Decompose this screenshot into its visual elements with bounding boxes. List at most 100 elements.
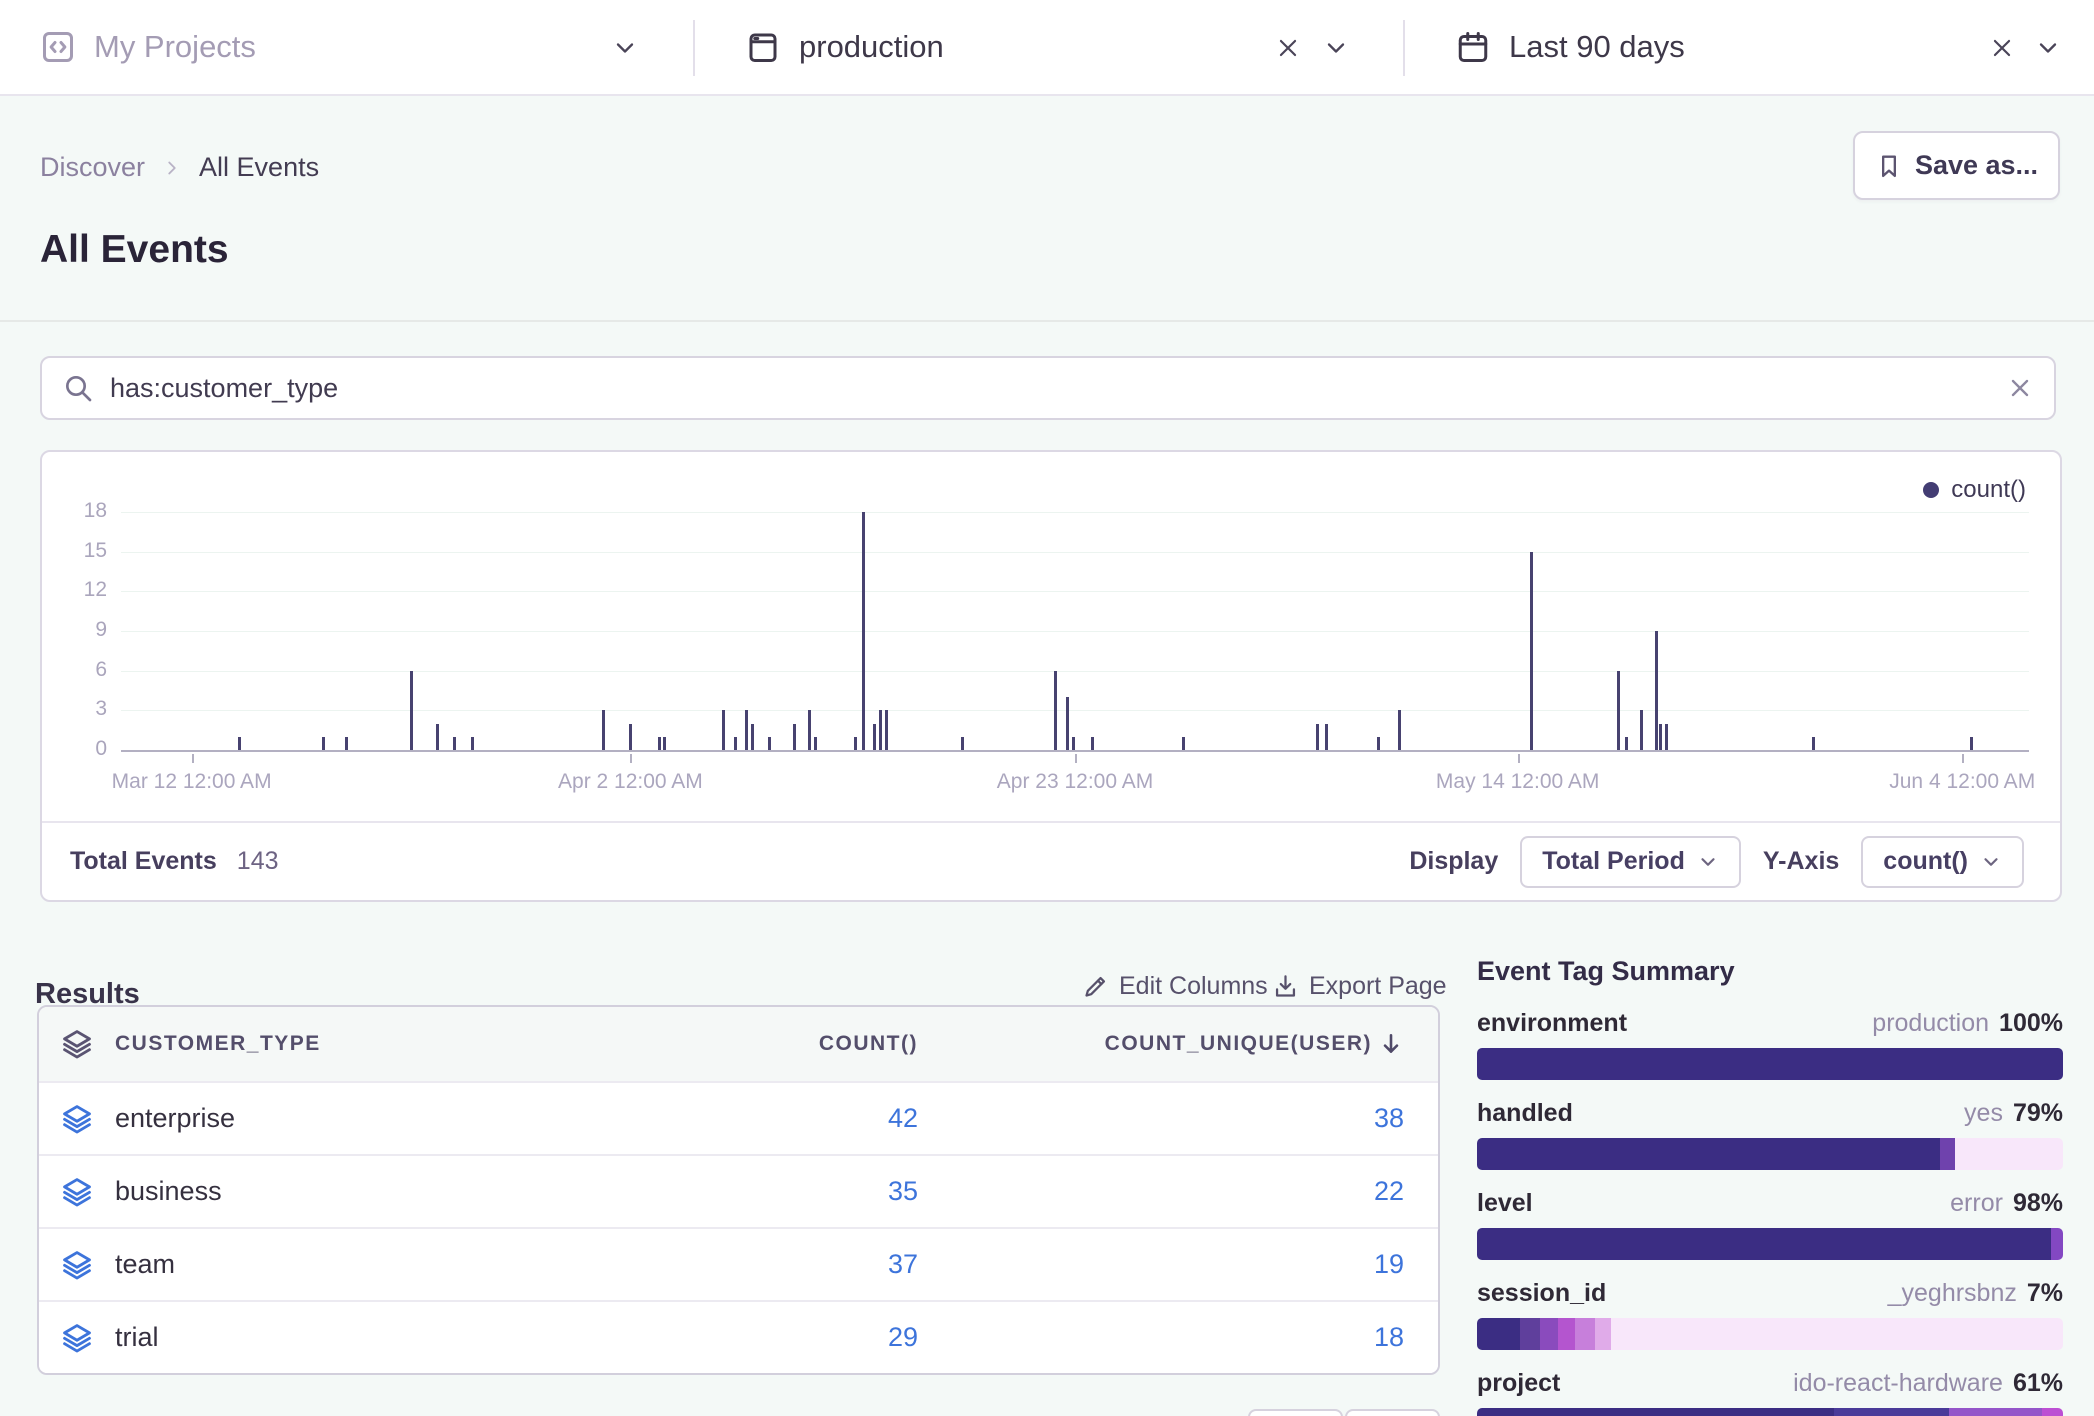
chart-bar <box>879 710 882 750</box>
y-axis-tick-label: 3 <box>47 697 107 721</box>
table-row[interactable]: trial2918 <box>39 1300 1438 1373</box>
cell-count[interactable]: 29 <box>768 1322 918 1353</box>
tag-bar[interactable] <box>1477 1318 2063 1350</box>
tag-bar-segment[interactable] <box>1477 1318 1520 1350</box>
table-header-row: CUSTOMER_TYPE COUNT() COUNT_UNIQUE(USER) <box>39 1007 1438 1081</box>
tag-bar-segment[interactable] <box>1477 1228 2051 1260</box>
date-range-clear-icon[interactable] <box>1982 28 2022 68</box>
edit-columns-button[interactable]: Edit Columns <box>1082 972 1268 1001</box>
tag-bar-segment[interactable] <box>1611 1318 2063 1350</box>
tag-bar-segment[interactable] <box>1477 1408 1834 1416</box>
tag-bar-segment[interactable] <box>1949 1408 2043 1416</box>
chart-bar <box>751 724 754 750</box>
tag-bar-segment[interactable] <box>2051 1228 2063 1260</box>
layers-icon <box>39 1175 115 1209</box>
cell-count-unique-user[interactable]: 18 <box>918 1322 1438 1353</box>
cell-count[interactable]: 35 <box>768 1176 918 1207</box>
x-axis-tick <box>1075 754 1077 763</box>
chart-bar <box>808 710 811 750</box>
yaxis-dropdown[interactable]: count() <box>1861 836 2024 888</box>
table-row[interactable]: team3719 <box>39 1227 1438 1300</box>
layers-icon <box>39 1248 115 1282</box>
chart-bar <box>629 724 632 750</box>
chart-plot[interactable]: 0369121518Mar 12 12:00 AMApr 2 12:00 AMA… <box>121 512 2029 750</box>
next-page-button[interactable]: › <box>1345 1409 1440 1416</box>
cell-count-unique-user[interactable]: 22 <box>918 1176 1438 1207</box>
y-axis-tick-label: 0 <box>47 737 107 761</box>
export-page-label: Export Page <box>1309 972 1447 1001</box>
tag-bar-segment[interactable] <box>1477 1138 1940 1170</box>
tag-bar-segment[interactable] <box>1955 1138 2063 1170</box>
tag-top-value: _yeghrsbnz <box>1888 1279 2017 1307</box>
project-filter-label: My Projects <box>94 29 256 65</box>
tag-bar-segment[interactable] <box>1558 1318 1576 1350</box>
bookmark-icon <box>1875 152 1903 180</box>
tag-bar[interactable] <box>1477 1228 2063 1260</box>
column-header-count-unique-user[interactable]: COUNT_UNIQUE(USER) <box>918 1031 1438 1057</box>
page-header: Discover All Events Save as... All Event… <box>0 96 2094 322</box>
x-axis-tick <box>1518 754 1520 763</box>
export-page-button[interactable]: Export Page <box>1272 972 1447 1001</box>
tag-top-value: yes <box>1964 1099 2003 1127</box>
chart-bar <box>663 737 666 750</box>
tag-bar-segment[interactable] <box>1834 1408 1948 1416</box>
chart-gridline <box>121 512 2029 513</box>
date-range-filter[interactable]: Last 90 days <box>1455 0 1685 94</box>
chart-bar <box>722 710 725 750</box>
chart-gridline <box>121 591 2029 592</box>
save-as-button[interactable]: Save as... <box>1853 131 2060 200</box>
tag-bar[interactable] <box>1477 1048 2063 1080</box>
search-icon <box>62 372 94 404</box>
tag-bar[interactable] <box>1477 1408 2063 1416</box>
tag-bar-segment[interactable] <box>2042 1408 2063 1416</box>
layers-icon <box>39 1321 115 1355</box>
chart-bar <box>1530 552 1533 750</box>
tag-percent: 79% <box>2013 1099 2063 1127</box>
chart-bar <box>1377 737 1380 750</box>
y-axis-tick-label: 15 <box>47 539 107 563</box>
cell-count[interactable]: 37 <box>768 1249 918 1280</box>
cell-count-unique-user[interactable]: 38 <box>918 1103 1438 1134</box>
table-row[interactable]: business3522 <box>39 1154 1438 1227</box>
tag-bar-segment[interactable] <box>1575 1318 1595 1350</box>
chart-bar <box>453 737 456 750</box>
page-title: All Events <box>40 228 229 272</box>
chart-bar <box>602 710 605 750</box>
chart-bar <box>814 737 817 750</box>
chart-legend[interactable]: count() <box>1923 476 2026 504</box>
tag-bar-segment[interactable] <box>1595 1318 1610 1350</box>
window-icon <box>745 29 781 65</box>
search-input[interactable] <box>110 373 2006 404</box>
chart-bar <box>745 710 748 750</box>
topbar-divider <box>1403 20 1405 76</box>
tag-bar[interactable] <box>1477 1138 2063 1170</box>
chart-bar <box>471 737 474 750</box>
table-row[interactable]: enterprise4238 <box>39 1081 1438 1154</box>
environment-clear-icon[interactable] <box>1268 28 1308 68</box>
environment-chevron-down-icon[interactable] <box>1316 28 1356 68</box>
chart-bar <box>1398 710 1401 750</box>
search-clear-icon[interactable] <box>2006 374 2034 402</box>
tag-bar-segment[interactable] <box>1540 1318 1558 1350</box>
projects-icon <box>40 29 76 65</box>
tag-bar-segment[interactable] <box>1477 1048 2063 1080</box>
chart-bar <box>238 737 241 750</box>
tag-group-level: levelerror98% <box>1477 1189 2063 1260</box>
cell-count-unique-user[interactable]: 19 <box>918 1249 1438 1280</box>
cell-count[interactable]: 42 <box>768 1103 918 1134</box>
tag-top-value: ido-react-hardware <box>1793 1369 2003 1397</box>
breadcrumb-discover-link[interactable]: Discover <box>40 152 145 183</box>
environment-filter[interactable]: production <box>745 0 944 94</box>
project-filter[interactable]: My Projects <box>40 0 256 94</box>
date-range-chevron-down-icon[interactable] <box>2028 28 2068 68</box>
y-axis-tick-label: 9 <box>47 618 107 642</box>
column-header-customer-type[interactable]: CUSTOMER_TYPE <box>115 1032 768 1056</box>
column-header-count[interactable]: COUNT() <box>768 1032 918 1056</box>
chart-bar <box>1665 724 1668 750</box>
x-axis-tick <box>1962 754 1964 763</box>
previous-page-button[interactable]: ‹ <box>1248 1409 1343 1416</box>
tag-bar-segment[interactable] <box>1520 1318 1541 1350</box>
display-dropdown[interactable]: Total Period <box>1520 836 1741 888</box>
project-filter-chevron-down-icon[interactable] <box>605 28 645 68</box>
tag-bar-segment[interactable] <box>1940 1138 1955 1170</box>
